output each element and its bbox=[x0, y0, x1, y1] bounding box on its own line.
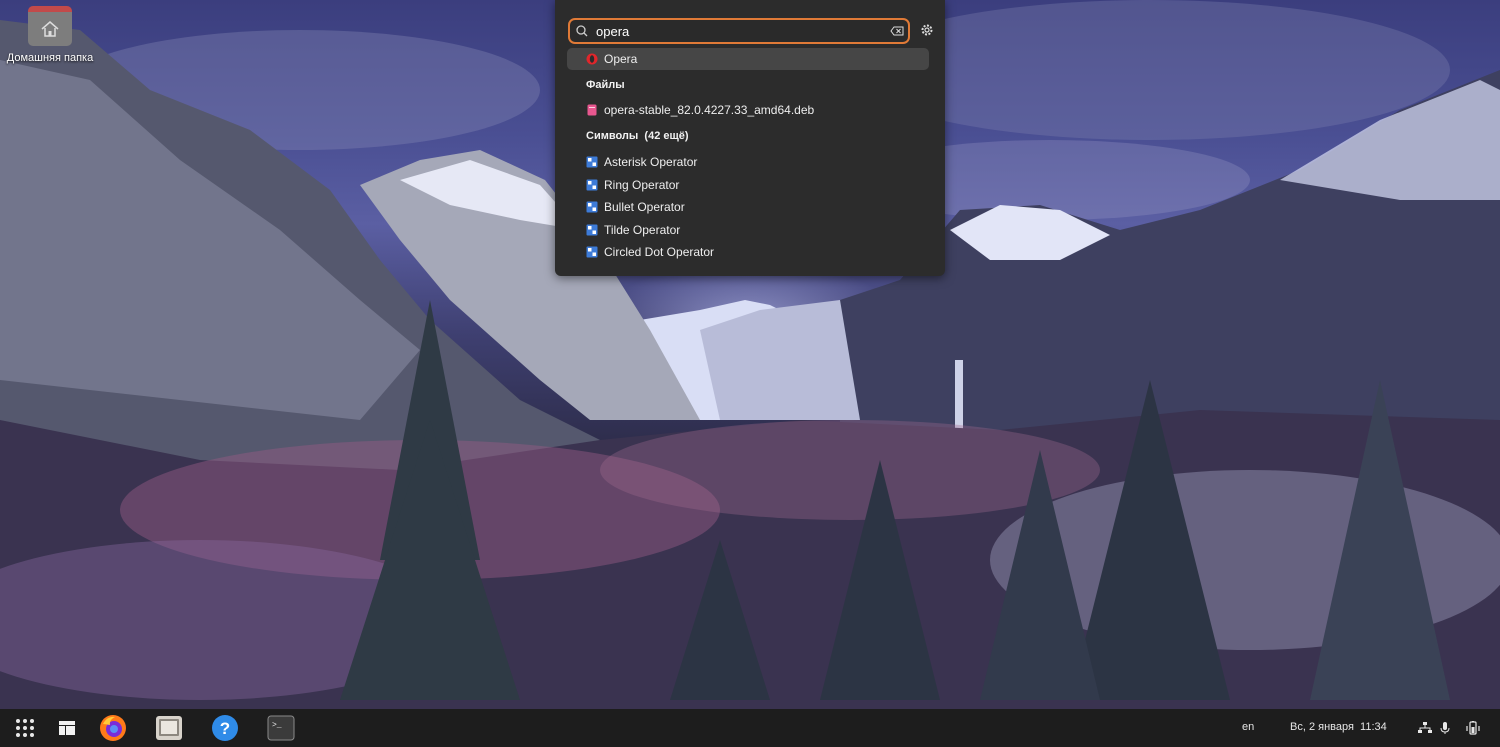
power-status[interactable] bbox=[1460, 713, 1486, 743]
search-box[interactable] bbox=[568, 18, 910, 44]
show-apps-button[interactable] bbox=[10, 713, 40, 743]
firefox-launcher[interactable] bbox=[98, 713, 128, 743]
microphone-icon bbox=[1440, 722, 1450, 734]
backspace-clear-icon bbox=[890, 26, 904, 36]
help-launcher[interactable]: ? bbox=[210, 713, 240, 743]
search-icon bbox=[576, 25, 588, 37]
character-map-icon bbox=[586, 156, 598, 168]
clock[interactable]: Вс, 2 января 11:34 bbox=[1290, 721, 1387, 733]
symbol-result-label: Tilde Operator bbox=[604, 223, 681, 237]
network-status[interactable] bbox=[1414, 713, 1436, 743]
volume-status[interactable] bbox=[1436, 713, 1454, 743]
character-map-icon bbox=[586, 201, 598, 213]
character-map-icon bbox=[586, 179, 598, 191]
terminal-icon: >_ bbox=[267, 715, 295, 741]
clear-search-button[interactable] bbox=[886, 21, 908, 41]
files-section-header: Файлы bbox=[586, 79, 625, 91]
symbol-result-label: Circled Dot Operator bbox=[604, 245, 715, 259]
symbol-result-label: Asterisk Operator bbox=[604, 155, 698, 169]
symbol-result-item[interactable]: Circled Dot Operator bbox=[567, 241, 929, 263]
workspace-button[interactable] bbox=[52, 713, 82, 743]
search-settings-button[interactable] bbox=[917, 20, 937, 40]
character-map-icon bbox=[586, 246, 598, 258]
opera-icon bbox=[586, 53, 598, 65]
folder-icon bbox=[28, 6, 72, 46]
deb-package-icon bbox=[587, 104, 597, 116]
character-map-icon bbox=[586, 224, 598, 236]
file-result-item[interactable]: opera-stable_82.0.4227.33_amd64.deb bbox=[567, 99, 929, 121]
files-launcher[interactable] bbox=[154, 713, 184, 743]
app-result-opera[interactable]: Opera bbox=[567, 48, 929, 70]
symbols-more-count[interactable]: (42 ещё) bbox=[644, 130, 688, 142]
workspace-icon bbox=[59, 721, 75, 735]
symbol-result-label: Bullet Operator bbox=[604, 200, 685, 214]
symbol-result-label: Ring Operator bbox=[604, 178, 680, 192]
home-folder-desktop-icon[interactable]: Домашняя папка bbox=[0, 6, 100, 72]
svg-text:>_: >_ bbox=[272, 721, 282, 730]
search-input[interactable] bbox=[592, 21, 886, 41]
search-popup: Opera Файлы opera-stable_82.0.4227.33_am… bbox=[555, 0, 945, 276]
symbols-section-header: Символы (42 ещё) bbox=[586, 130, 689, 142]
gear-icon bbox=[921, 24, 933, 36]
symbol-result-item[interactable]: Tilde Operator bbox=[567, 219, 929, 241]
taskbar: ? >_ en Вс, 2 января 11:34 bbox=[0, 709, 1500, 747]
files-icon bbox=[156, 716, 182, 740]
svg-text:?: ? bbox=[220, 719, 230, 738]
apps-grid-icon bbox=[16, 719, 34, 737]
network-icon bbox=[1418, 722, 1432, 733]
keyboard-layout-indicator[interactable]: en bbox=[1242, 721, 1254, 733]
desktop: Домашняя папка opera Opera Файлы opera-s… bbox=[0, 0, 1500, 747]
symbol-result-item[interactable]: Bullet Operator bbox=[567, 196, 929, 218]
file-result-label: opera-stable_82.0.4227.33_amd64.deb bbox=[604, 103, 815, 117]
firefox-icon bbox=[100, 715, 126, 741]
symbols-header-label: Символы bbox=[586, 130, 639, 142]
app-result-label: Opera bbox=[604, 52, 638, 66]
home-icon bbox=[41, 21, 59, 37]
symbol-result-item[interactable]: Ring Operator bbox=[567, 174, 929, 196]
help-icon: ? bbox=[212, 715, 238, 741]
terminal-launcher[interactable]: >_ bbox=[266, 713, 296, 743]
battery-icon bbox=[1466, 721, 1480, 735]
home-folder-label: Домашняя папка bbox=[6, 52, 94, 64]
symbol-result-item[interactable]: Asterisk Operator bbox=[567, 151, 929, 173]
